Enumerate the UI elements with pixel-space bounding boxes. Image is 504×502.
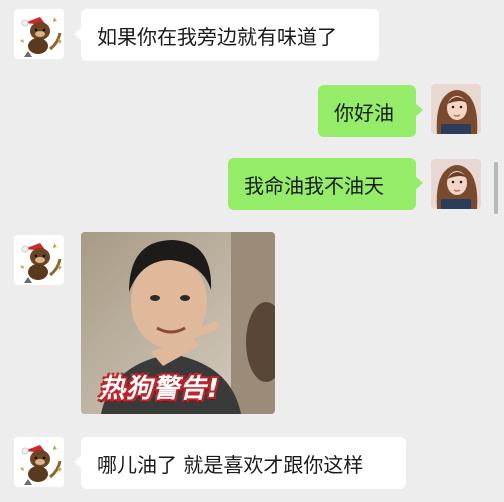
message-row: 哪儿油了 就是喜欢才跟你这样 — [0, 437, 504, 493]
message-text: 我命油我不油天 — [244, 173, 384, 198]
portrait-icon — [431, 159, 481, 209]
sticker-image[interactable]: 热狗警告! — [81, 232, 275, 414]
message-row: 我命油我不油天 — [0, 158, 504, 214]
sticker-caption: 热狗警告! — [99, 374, 220, 404]
bear-icon — [14, 235, 64, 285]
message-bubble[interactable]: 哪儿油了 就是喜欢才跟你这样 — [74, 437, 406, 489]
message-row: 如果你在我旁边就有味道了 — [0, 9, 504, 65]
contact-avatar[interactable] — [14, 9, 64, 59]
bear-icon — [14, 9, 64, 59]
self-avatar[interactable] — [431, 84, 481, 134]
message-text: 如果你在我旁边就有味道了 — [97, 24, 337, 49]
message-bubble[interactable]: 如果你在我旁边就有味道了 — [74, 9, 379, 61]
self-avatar[interactable] — [431, 159, 481, 209]
message-row: 你好油 — [0, 83, 504, 139]
message-bubble[interactable]: 你好油 — [318, 85, 423, 137]
message-bubble[interactable]: 我命油我不油天 — [228, 158, 423, 210]
message-text: 你好油 — [334, 100, 394, 125]
bear-icon — [14, 437, 64, 487]
scrollbar[interactable] — [494, 162, 498, 214]
contact-avatar[interactable] — [14, 235, 64, 285]
portrait-icon — [431, 84, 481, 134]
message-text: 哪儿油了 就是喜欢才跟你这样 — [97, 452, 364, 477]
contact-avatar[interactable] — [14, 437, 64, 487]
